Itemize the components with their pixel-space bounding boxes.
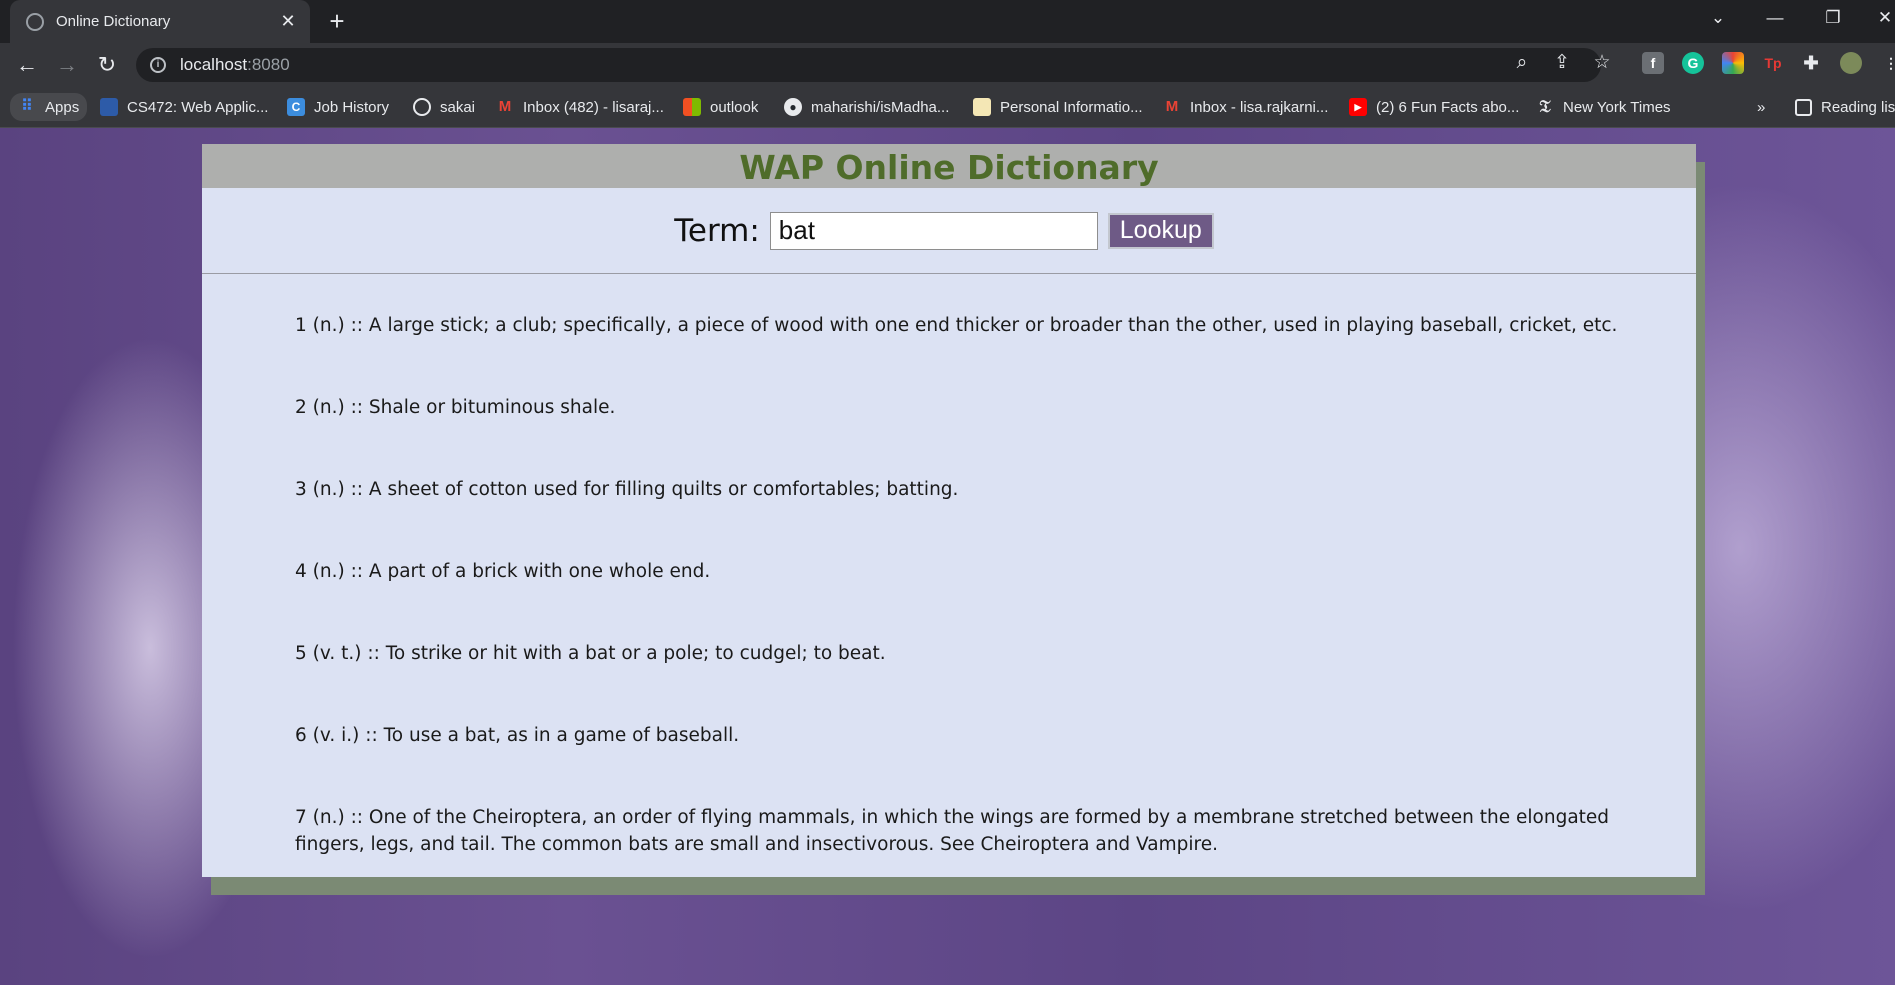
close-window-icon[interactable]: ✕ [1870, 8, 1895, 28]
browser-toolbar: ← → ↻ i localhost :8080 ⌕ ⇪ ☆ f G Tp ✚ ⋮ [0, 43, 1895, 87]
url-port: :8080 [247, 55, 290, 74]
facebook-extension-icon[interactable]: f [1642, 52, 1664, 74]
microsoft-icon [683, 98, 701, 116]
grammarly-extension-icon[interactable]: G [1682, 52, 1704, 74]
tab-online-dictionary[interactable]: Online Dictionary ✕ [10, 0, 310, 43]
youtube-icon: ▶ [1349, 98, 1367, 116]
tp-extension-icon[interactable]: Tp [1762, 52, 1784, 74]
definition-item: 5 (v. t.) :: To strike or hit with a bat… [295, 643, 886, 664]
bookmark-youtube[interactable]: ▶ (2) 6 Fun Facts abo... [1349, 95, 1519, 119]
bookmark-github[interactable]: ● maharishi/isMadha... [784, 95, 949, 119]
job-history-icon: C [287, 98, 305, 116]
bookmark-cs472[interactable]: CS472: Web Applic... [100, 95, 268, 119]
term-input[interactable] [769, 211, 1098, 250]
bookmark-job-history[interactable]: C Job History [287, 95, 389, 119]
tab-search-icon[interactable]: ⌄ [1703, 8, 1733, 28]
bookmark-inbox-482[interactable]: M Inbox (482) - lisaraj... [496, 95, 664, 119]
bookmarks-bar: ⠿ Apps CS472: Web Applic... C Job Histor… [0, 87, 1895, 128]
dictionary-card: WAP Online Dictionary Term: Lookup 1 (n.… [202, 144, 1696, 877]
globe-icon [413, 98, 431, 116]
cs472-icon [100, 98, 118, 116]
bookmark-personal-info[interactable]: Personal Informatio... [973, 95, 1143, 119]
term-label: Term: [674, 212, 760, 249]
tab-title: Online Dictionary [56, 13, 171, 30]
color-extension-icon[interactable] [1722, 52, 1744, 74]
forward-icon[interactable]: → [52, 51, 82, 79]
page-title: WAP Online Dictionary [202, 144, 1696, 188]
gmail-icon: M [498, 98, 512, 115]
github-icon: ● [784, 98, 802, 116]
definition-item: 7 (n.) :: One of the Cheiroptera, an ord… [295, 807, 1610, 855]
apps-grid-icon: ⠿ [21, 98, 33, 115]
close-tab-icon[interactable]: ✕ [278, 11, 298, 32]
definitions-list: 1 (n.) :: A large stick; a club; specifi… [202, 274, 1696, 858]
nyt-icon: 𝔗 [1539, 97, 1551, 117]
address-bar[interactable]: i localhost :8080 [136, 48, 1601, 82]
bookmarks-overflow[interactable]: » [1757, 95, 1765, 119]
tab-strip: Online Dictionary ✕ + ⌄ — ❐ ✕ [0, 0, 1895, 43]
reading-list-icon [1795, 98, 1812, 116]
info-icon[interactable]: i [150, 57, 166, 73]
menu-kebab-icon[interactable]: ⋮ [1880, 52, 1895, 74]
gmail-icon: M [1165, 98, 1179, 115]
minimize-icon[interactable]: — [1760, 8, 1790, 28]
reload-icon[interactable]: ↻ [92, 51, 122, 79]
globe-icon [26, 12, 44, 31]
definition-item: 1 (n.) :: A large stick; a club; specifi… [295, 315, 1618, 336]
bookmark-apps[interactable]: ⠿ Apps [10, 93, 88, 121]
restore-icon[interactable]: ❐ [1818, 8, 1848, 28]
definition-item: 3 (n.) :: A sheet of cotton used for fil… [295, 479, 959, 500]
bookmark-sakai[interactable]: sakai [413, 95, 475, 119]
bookmark-inbox-lisa[interactable]: M Inbox - lisa.rajkarni... [1163, 95, 1329, 119]
extensions-puzzle-icon[interactable]: ✚ [1800, 52, 1822, 74]
definition-item: 4 (n.) :: A part of a brick with one who… [295, 561, 711, 582]
profile-avatar[interactable] [1840, 52, 1862, 74]
doc-icon [973, 98, 991, 116]
share-icon[interactable]: ⇪ [1550, 51, 1574, 75]
search-form: Term: Lookup [202, 188, 1696, 274]
definition-item: 6 (v. i.) :: To use a bat, as in a game … [295, 725, 740, 746]
back-icon[interactable]: ← [12, 51, 42, 79]
zoom-icon[interactable]: ⌕ [1510, 51, 1534, 75]
definition-item: 2 (n.) :: Shale or bituminous shale. [295, 397, 616, 418]
bookmark-nyt[interactable]: 𝔗 New York Times [1536, 95, 1670, 119]
reading-list[interactable]: Reading lis [1795, 95, 1895, 119]
lookup-button[interactable]: Lookup [1107, 212, 1214, 249]
bookmark-outlook[interactable]: outlook [683, 95, 758, 119]
new-tab-button[interactable]: + [325, 6, 349, 36]
bookmark-star-icon[interactable]: ☆ [1590, 51, 1614, 75]
url-host: localhost [180, 55, 248, 74]
